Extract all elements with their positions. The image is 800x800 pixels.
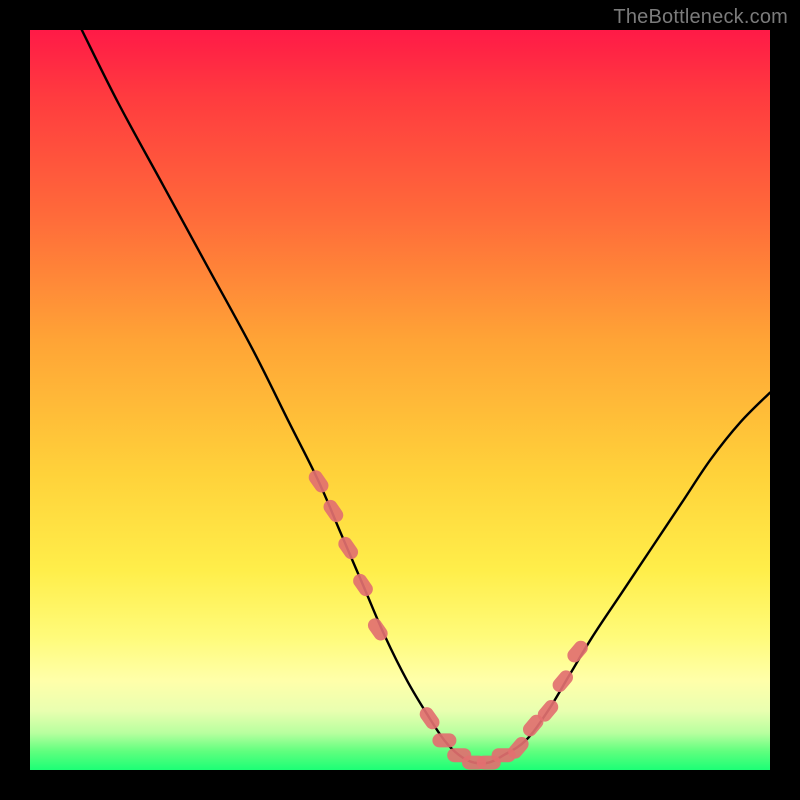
marker-blob [350, 571, 375, 599]
marker-blob [432, 733, 456, 747]
marker-blob [321, 497, 346, 525]
chart-stage: TheBottleneck.com [0, 0, 800, 800]
plot-area [30, 30, 770, 770]
bottleneck-curve-path [82, 30, 770, 764]
marker-blob [565, 638, 591, 665]
markers-group [306, 468, 591, 770]
marker-blob [417, 704, 442, 732]
bottleneck-curve-svg [30, 30, 770, 770]
marker-blob [336, 534, 361, 562]
marker-blob [306, 468, 331, 496]
watermark-label: TheBottleneck.com [613, 6, 788, 29]
